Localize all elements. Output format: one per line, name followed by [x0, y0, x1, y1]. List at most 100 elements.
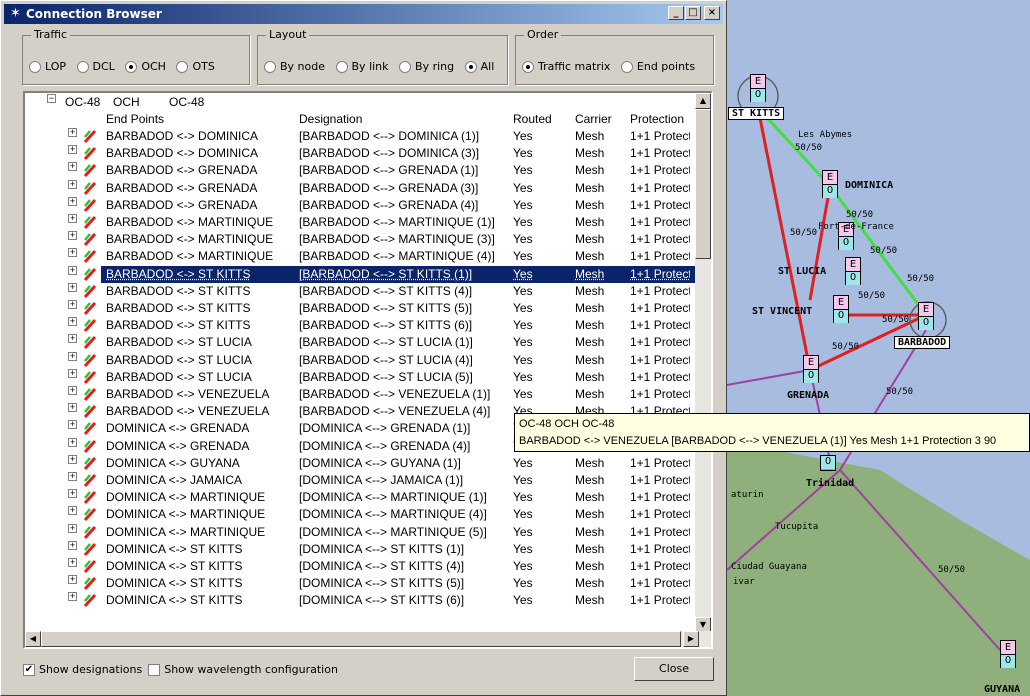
- radio-ots[interactable]: OTS: [176, 60, 215, 73]
- connection-row[interactable]: + BARBADOD <-> GRENADA [BARBADOD <--> GREN…: [25, 196, 701, 214]
- connection-row[interactable]: + BARBADOD <-> GRENADA [BARBADOD <--> GREN…: [25, 179, 701, 197]
- expand-icon[interactable]: +: [68, 368, 77, 378]
- row-cell: DOMINICA <-> ST KITTS: [106, 593, 243, 608]
- node-st-kitts[interactable]: E 0: [750, 74, 766, 102]
- show-wavelength-label[interactable]: Show wavelength configuration: [164, 663, 338, 676]
- connection-row[interactable]: + BARBADOD <-> GRENADA [BARBADOD <--> GREN…: [25, 162, 701, 179]
- node-guyana[interactable]: E 0: [1000, 640, 1016, 668]
- radio-dcl[interactable]: DCL: [76, 60, 115, 73]
- connection-row[interactable]: + DOMINICA <-> ST KITTS [DOMINICA <--> ST …: [25, 558, 701, 575]
- node-barbados[interactable]: E 0: [918, 302, 934, 330]
- column-header[interactable]: Designation: [299, 111, 511, 128]
- close-button[interactable]: Close: [634, 657, 714, 681]
- column-header[interactable]: Routed: [513, 111, 573, 128]
- connection-tree-list[interactable]: − OC-48 OCH OC-48 End Points Designation Route…: [23, 91, 713, 649]
- expand-icon[interactable]: +: [68, 558, 77, 567]
- show-designations-checkbox[interactable]: ✔: [23, 663, 35, 676]
- expand-icon[interactable]: +: [68, 179, 77, 189]
- connection-row[interactable]: + BARBADOD <-> MARTINIQUE [BARBADOD <--> M…: [25, 248, 701, 265]
- node-dominica[interactable]: E 0: [822, 170, 838, 198]
- connection-row[interactable]: + BARBADOD <-> ST LUCIA [BARBADOD <--> ST …: [25, 351, 701, 369]
- node-grenada[interactable]: E 0: [803, 355, 819, 383]
- column-header[interactable]: Protection: [630, 111, 690, 128]
- column-header[interactable]: Carrier: [575, 111, 628, 128]
- connection-row[interactable]: + BARBADOD <-> ST KITTS [BARBADOD <--> ST …: [25, 282, 701, 300]
- node-st-lucia[interactable]: E 0: [845, 257, 861, 285]
- scroll-left-icon[interactable]: ◀: [25, 631, 41, 647]
- vertical-scrollbar[interactable]: ▲ ▼: [695, 93, 711, 633]
- label-dominica: DOMINICA: [845, 180, 894, 191]
- connection-row[interactable]: + DOMINICA <-> MARTINIQUE [DOMINICA <--> M…: [25, 489, 701, 506]
- radio-end-points[interactable]: End points: [620, 60, 695, 73]
- maximize-button[interactable]: □: [685, 6, 701, 20]
- expand-icon[interactable]: +: [68, 575, 77, 585]
- connection-row[interactable]: + BARBADOD <-> VENEZUELA [BARBADOD <--> VE…: [25, 386, 701, 403]
- connection-row[interactable]: + BARBADOD <-> MARTINIQUE [BARBADOD <--> M…: [25, 214, 701, 231]
- expand-icon[interactable]: +: [68, 265, 77, 275]
- expand-icon[interactable]: +: [68, 248, 77, 258]
- connection-row[interactable]: + BARBADOD <-> ST KITTS [BARBADOD <--> ST …: [25, 265, 701, 283]
- close-window-button[interactable]: ×: [704, 6, 720, 20]
- expand-icon[interactable]: +: [68, 162, 77, 172]
- expand-icon[interactable]: +: [68, 231, 77, 241]
- connection-row[interactable]: + DOMINICA <-> ST KITTS [DOMINICA <--> ST …: [25, 592, 701, 609]
- expand-icon[interactable]: +: [68, 592, 77, 602]
- expand-icon[interactable]: +: [68, 489, 77, 499]
- expand-icon[interactable]: +: [68, 523, 77, 533]
- expand-icon[interactable]: +: [68, 472, 77, 481]
- expand-icon[interactable]: +: [68, 334, 77, 344]
- horizontal-scroll-thumb[interactable]: [41, 631, 681, 647]
- expand-icon[interactable]: +: [68, 214, 77, 223]
- expand-icon[interactable]: +: [68, 437, 77, 447]
- connection-row[interactable]: + BARBADOD <-> ST LUCIA [BARBADOD <--> ST …: [25, 368, 701, 386]
- row-cell: Mesh: [575, 593, 605, 608]
- show-wavelength-checkbox[interactable]: [148, 663, 161, 676]
- show-designations-label[interactable]: Show designations: [39, 663, 142, 676]
- connection-row[interactable]: + BARBADOD <-> ST KITTS [BARBADOD <--> ST …: [25, 317, 701, 334]
- radio-by-link[interactable]: By link: [335, 60, 389, 73]
- connection-row[interactable]: + DOMINICA <-> JAMAICA [DOMINICA <--> JAMA…: [25, 472, 701, 489]
- expand-icon[interactable]: +: [68, 454, 77, 464]
- layout-legend: Layout: [266, 28, 310, 41]
- title-bar[interactable]: ✶ Connection Browser _ □ ×: [4, 4, 723, 24]
- connection-row[interactable]: + BARBADOD <-> DOMINICA [BARBADOD <--> DOM…: [25, 128, 701, 145]
- connection-row[interactable]: + BARBADOD <-> MARTINIQUE [BARBADOD <--> M…: [25, 231, 701, 248]
- connection-row[interactable]: + BARBADOD <-> ST KITTS [BARBADOD <--> ST …: [25, 300, 701, 317]
- connection-row[interactable]: + BARBADOD <-> ST LUCIA [BARBADOD <--> ST …: [25, 334, 701, 351]
- horizontal-scrollbar[interactable]: ◀ ▶: [25, 631, 711, 647]
- expand-icon[interactable]: +: [68, 317, 77, 327]
- node-trinidad[interactable]: 0: [820, 455, 836, 471]
- expand-icon[interactable]: +: [68, 196, 77, 206]
- connection-row[interactable]: + BARBADOD <-> DOMINICA [BARBADOD <--> DOM…: [25, 145, 701, 162]
- radio-traffic-matrix[interactable]: Traffic matrix: [522, 60, 610, 73]
- radio-by-node[interactable]: By node: [264, 60, 325, 73]
- scroll-up-icon[interactable]: ▲: [695, 93, 711, 109]
- vertical-scroll-thumb[interactable]: [695, 109, 711, 259]
- expand-icon[interactable]: +: [68, 506, 77, 516]
- connection-row[interactable]: + DOMINICA <-> GUYANA [DOMINICA <--> GUYAN…: [25, 454, 701, 472]
- expand-icon[interactable]: +: [68, 351, 77, 361]
- expand-icon[interactable]: +: [68, 128, 77, 137]
- connection-row[interactable]: + DOMINICA <-> ST KITTS [DOMINICA <--> ST …: [25, 575, 701, 592]
- expand-icon[interactable]: +: [68, 386, 77, 395]
- expand-icon[interactable]: +: [68, 540, 77, 550]
- radio-by-ring[interactable]: By ring: [399, 60, 454, 73]
- connection-row[interactable]: + DOMINICA <-> MARTINIQUE [DOMINICA <--> M…: [25, 523, 701, 541]
- expand-icon[interactable]: +: [68, 282, 77, 292]
- radio-lop[interactable]: LOP: [29, 60, 66, 73]
- row-cell: [BARBADOD <--> MARTINIQUE (3)]: [299, 232, 495, 247]
- expand-icon[interactable]: +: [68, 145, 77, 155]
- expand-icon[interactable]: +: [68, 300, 77, 309]
- minimize-button[interactable]: _: [668, 6, 684, 20]
- node-st-vincent[interactable]: E 0: [833, 295, 849, 323]
- scroll-right-icon[interactable]: ▶: [683, 631, 699, 647]
- connection-row[interactable]: + DOMINICA <-> MARTINIQUE [DOMINICA <--> M…: [25, 506, 701, 523]
- radio-all[interactable]: All: [464, 60, 494, 73]
- connection-row[interactable]: + DOMINICA <-> ST KITTS [DOMINICA <--> ST …: [25, 540, 701, 558]
- radio-och[interactable]: OCH: [125, 60, 166, 73]
- collapse-icon[interactable]: −: [47, 94, 56, 103]
- expand-icon[interactable]: +: [68, 420, 77, 430]
- column-header[interactable]: End Points: [106, 111, 296, 128]
- tree-group-row[interactable]: − OC-48 OCH OC-48: [25, 94, 701, 111]
- expand-icon[interactable]: +: [68, 403, 77, 413]
